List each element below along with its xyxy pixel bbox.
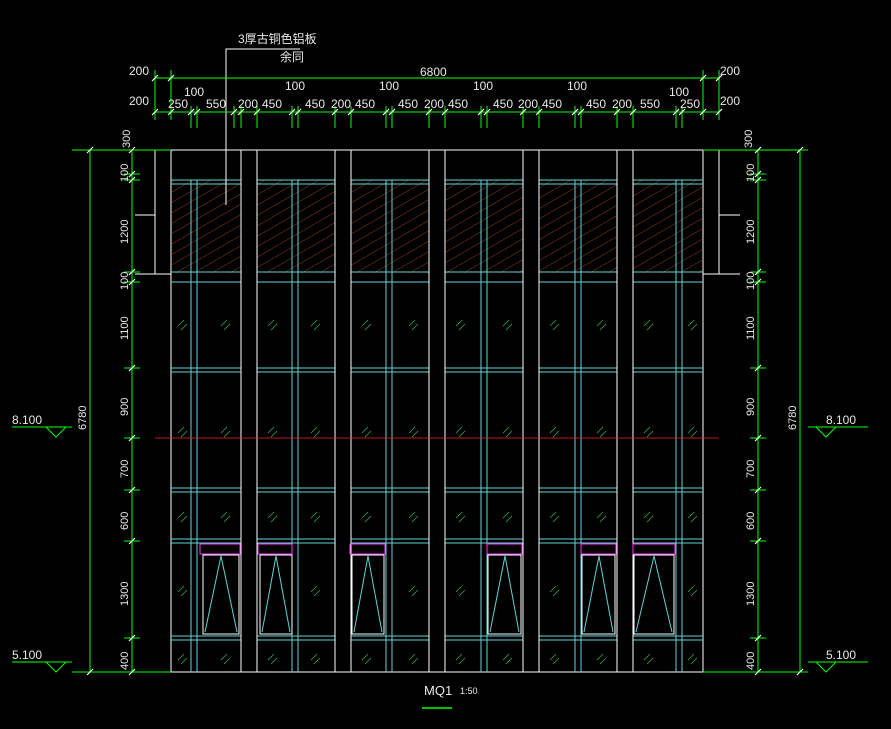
left-dim-seg-2: 1200 [119,220,131,244]
right-dim-seg-2: 1200 [745,220,757,244]
dim-side-left-lower: 200 [129,94,149,108]
elevation-drawing: 3厚古铜色铝板 余同 6800 200 200 200 200 100 100 … [12,31,868,709]
dim-side-right-upper: 200 [720,64,740,78]
annotation-line2: 余同 [280,49,304,64]
drawing-title: MQ1 1:50 [422,683,478,709]
dim-overall-width: 6800 [420,65,447,79]
dim-hundred-3: 100 [379,79,399,93]
curtain-wall [135,149,740,673]
dim-seg-11: 450 [493,97,513,111]
dim-seg-17: 250 [680,97,700,111]
top-dimensions: 6800 200 200 200 200 100 100 100 100 100… [129,64,740,128]
level-marker-lower-right: 5.100 [808,648,868,673]
dim-seg-1: 250 [168,97,188,111]
right-dim-seg-3: 100 [745,272,757,290]
dim-seg-6: 200 [331,97,351,111]
right-dim-seg-5: 900 [745,398,757,416]
dim-side-right-lower: 200 [720,94,740,108]
level-marker-upper-left: 8.100 [12,413,72,438]
dim-seg-2: 550 [206,97,226,111]
left-dim-overall: 6780 [77,406,89,430]
left-dim-seg-7: 600 [119,512,131,530]
dim-hundred-4: 100 [473,79,493,93]
left-dimensions: 300 100 1200 100 1100 900 700 600 1300 4… [12,130,171,676]
level-marker-upper-right: 8.100 [808,413,868,438]
left-dim-seg-4: 1100 [119,316,131,340]
left-dim-seg-3: 100 [119,272,131,290]
dim-seg-14: 450 [586,97,606,111]
dim-side-left-upper: 200 [129,64,149,78]
level-marker-lower-left: 5.100 [12,648,72,673]
dim-seg-4: 450 [262,97,282,111]
dim-hundred-2: 100 [285,79,305,93]
dim-seg-13: 450 [542,97,562,111]
left-dim-top: 300 [121,130,133,148]
left-dim-seg-1: 100 [119,164,131,182]
dim-seg-10: 450 [448,97,468,111]
dim-seg-16: 550 [640,97,660,111]
dim-seg-8: 450 [398,97,418,111]
dim-seg-15: 200 [612,97,632,111]
right-dim-seg-9: 400 [745,652,757,670]
right-dim-seg-4: 1100 [745,316,757,340]
title-scale: 1:50 [460,686,478,696]
left-level-lower: 5.100 [12,648,42,662]
annotation-line1: 3厚古铜色铝板 [238,31,317,46]
dim-seg-3: 200 [238,97,258,111]
left-level-upper: 8.100 [12,413,42,427]
left-dim-seg-9: 400 [119,652,131,670]
left-dim-seg-8: 1300 [119,582,131,606]
right-dim-seg-6: 700 [745,460,757,478]
dim-seg-7: 450 [355,97,375,111]
right-dim-seg-7: 600 [745,512,757,530]
dim-seg-5: 450 [305,97,325,111]
right-dim-top: 300 [743,130,755,148]
title-name: MQ1 [424,683,452,698]
right-dim-seg-8: 1300 [745,582,757,606]
left-dim-seg-5: 900 [119,398,131,416]
right-dim-overall: 6780 [787,406,799,430]
dim-hundred-5: 100 [567,79,587,93]
dim-seg-12: 200 [518,97,538,111]
right-level-lower: 5.100 [826,648,856,662]
right-level-upper: 8.100 [826,413,856,427]
left-dim-seg-6: 700 [119,460,131,478]
right-dimensions: 300 100 1200 100 1100 900 700 600 1300 4… [703,130,868,676]
right-dim-seg-1: 100 [745,164,757,182]
dim-seg-9: 200 [424,97,444,111]
